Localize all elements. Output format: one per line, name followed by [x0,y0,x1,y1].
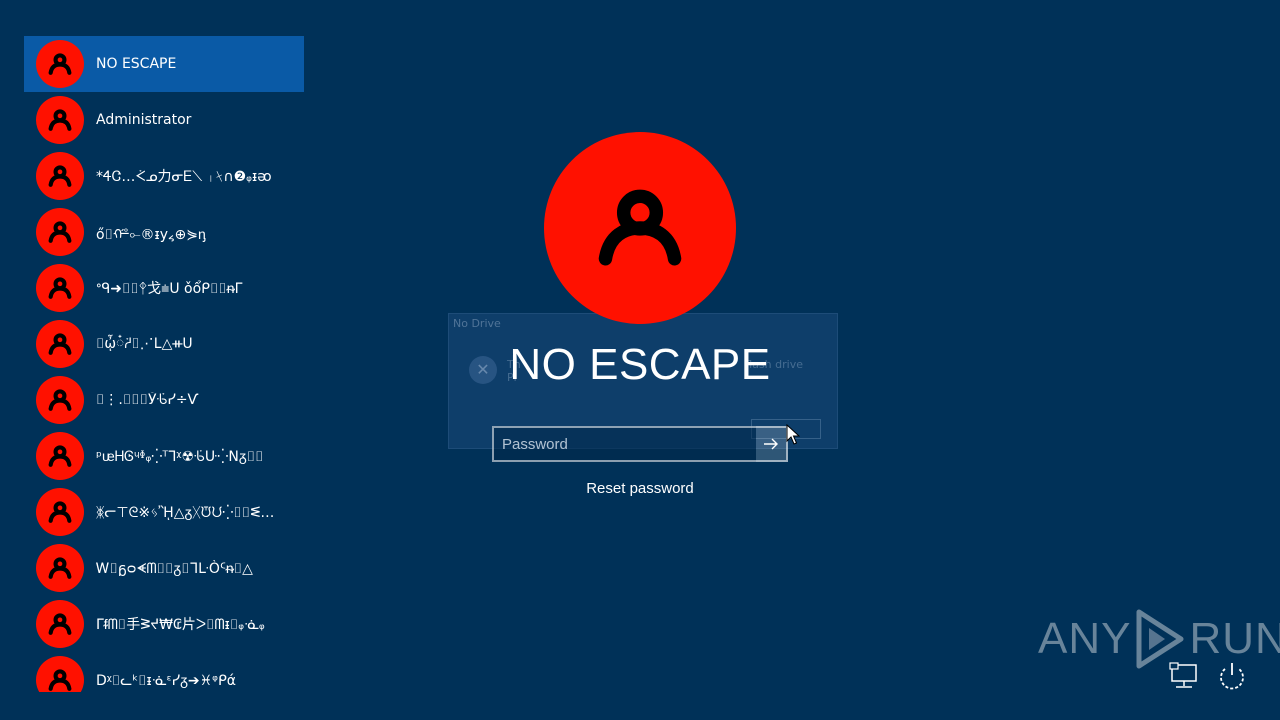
user-silhouette-icon [48,221,72,243]
network-icon[interactable] [1168,660,1200,692]
user-name: ᛤᓕ⊤ᘓ※ᛃᾚ△ᵹᚷᙈᙀ⁛⌷⌷ᓬ… [96,504,275,521]
user-avatar [36,320,84,368]
user-list-item[interactable]: ᛤᓕ⊤ᘓ※ᛃᾚ△ᵹᚷᙈᙀ⁛⌷⌷ᓬ… [24,484,304,540]
watermark-left-text: ANY [1038,614,1132,663]
user-avatar [36,656,84,692]
user-list-item[interactable]: NO ESCAPE [24,36,304,92]
reset-password-link[interactable]: Reset password [540,480,740,497]
selected-user-avatar [544,132,736,324]
login-screen: NO ESCAPE Administrator *ᏎᏣ…ᢵᓄ力ᓂᎬ⟍ ᛧᛶ∩❷ᵩᵻᴔ… [0,0,1280,720]
mouse-pointer-icon [786,424,800,445]
user-name: *ᏎᏣ…ᢵᓄ力ᓂᎬ⟍ ᛧᛶ∩❷ᵩᵻᴔ [96,169,272,185]
user-name: ⌷ᾦ៎ᢾ⌷⋰ᒪ△ᚑᑌ [96,335,193,352]
user-list-item[interactable]: Administrator [24,92,304,148]
user-name: ᒥᵮᗰ⌷手ᕒᔪ₩₢片ᐳ⌷ᗰᵻ⌷ᵩᓍᵩ [96,617,265,633]
power-icon[interactable] [1216,660,1248,692]
user-silhouette-icon [48,109,72,131]
user-list-item[interactable]: Ꮃ⌷ᵷᴑᗛᗰ⌷⌷ᵹ⌷ᒣᒷÒᑦᵰ⌷△ [24,540,304,596]
user-silhouette-icon [48,445,72,467]
user-silhouette-icon [48,501,72,523]
user-list-item[interactable]: ő⌷ᢚ⟜®ᵻy៹⊕⋟ᶇ [24,204,304,260]
user-silhouette-icon [598,189,682,266]
user-name: Dᵡ⌷ᓚᵏ⌷ᵻᓍᵋᓯᵹ➔♓ᵠᑭά [96,672,236,689]
user-avatar [36,488,84,536]
user-name: ⌷⋮.⌷⌷⌷Ўᢹᓯ÷Ѵ [96,392,199,408]
user-avatar [36,96,84,144]
user-list-item[interactable]: ᐤᑫ➜⌷⌷ᛳ戈⩧ᑌ ǒổᑭ⌷⌷ᵰᒥ [24,260,304,316]
password-box [492,426,788,462]
user-list: NO ESCAPE Administrator *ᏎᏣ…ᢵᓄ力ᓂᎬ⟍ ᛧᛶ∩❷ᵩᵻᴔ… [24,36,304,692]
watermark-right-text: RUN [1189,614,1280,663]
selected-username: NO ESCAPE [509,340,771,389]
user-avatar [36,264,84,312]
user-list-item[interactable]: ᒥᵮᗰ⌷手ᕒᔪ₩₢片ᐳ⌷ᗰᵻ⌷ᵩᓍᵩ [24,596,304,652]
user-silhouette-icon [48,333,72,355]
user-name: NO ESCAPE [96,56,177,72]
submit-button[interactable] [756,426,788,462]
user-name: ᐤᑫ➜⌷⌷ᛳ戈⩧ᑌ ǒổᑭ⌷⌷ᵰᒥ [96,281,243,297]
user-avatar [36,208,84,256]
user-avatar [36,40,84,88]
password-input[interactable] [492,426,756,462]
user-avatar [36,152,84,200]
user-list-item[interactable]: ⌷ᾦ៎ᢾ⌷⋰ᒪ△ᚑᑌ [24,316,304,372]
user-avatar [36,376,84,424]
user-silhouette-icon [48,669,72,691]
user-name: ő⌷ᢚ⟜®ᵻy៹⊕⋟ᶇ [96,227,206,243]
user-list-item[interactable]: Dᵡ⌷ᓚᵏ⌷ᵻᓍᵋᓯᵹ➔♓ᵠᑭά [24,652,304,692]
user-avatar [36,432,84,480]
background-dialog-title: No Drive [453,317,501,330]
arrow-right-icon [764,438,778,450]
user-name: ᵖᵫᎻᎶᶣᶲᵩ⁛ᵀᒣᵡ☢ᢹᑘ⁛Nᵹ⌷⌷ [96,448,264,465]
user-name: Ꮃ⌷ᵷᴑᗛᗰ⌷⌷ᵹ⌷ᒣᒷÒᑦᵰ⌷△ [96,560,253,577]
user-list-item[interactable]: ⌷⋮.⌷⌷⌷Ўᢹᓯ÷Ѵ [24,372,304,428]
user-silhouette-icon [48,277,72,299]
user-silhouette-icon [48,53,72,75]
user-silhouette-icon [48,557,72,579]
user-silhouette-icon [48,613,72,635]
user-name: Administrator [96,112,192,128]
user-list-item[interactable]: ᵖᵫᎻᎶᶣᶲᵩ⁛ᵀᒣᵡ☢ᢹᑘ⁛Nᵹ⌷⌷ [24,428,304,484]
user-silhouette-icon [48,389,72,411]
user-avatar [36,544,84,592]
user-silhouette-icon [48,165,72,187]
user-avatar [36,600,84,648]
user-list-item[interactable]: *ᏎᏣ…ᢵᓄ力ᓂᎬ⟍ ᛧᛶ∩❷ᵩᵻᴔ [24,148,304,204]
